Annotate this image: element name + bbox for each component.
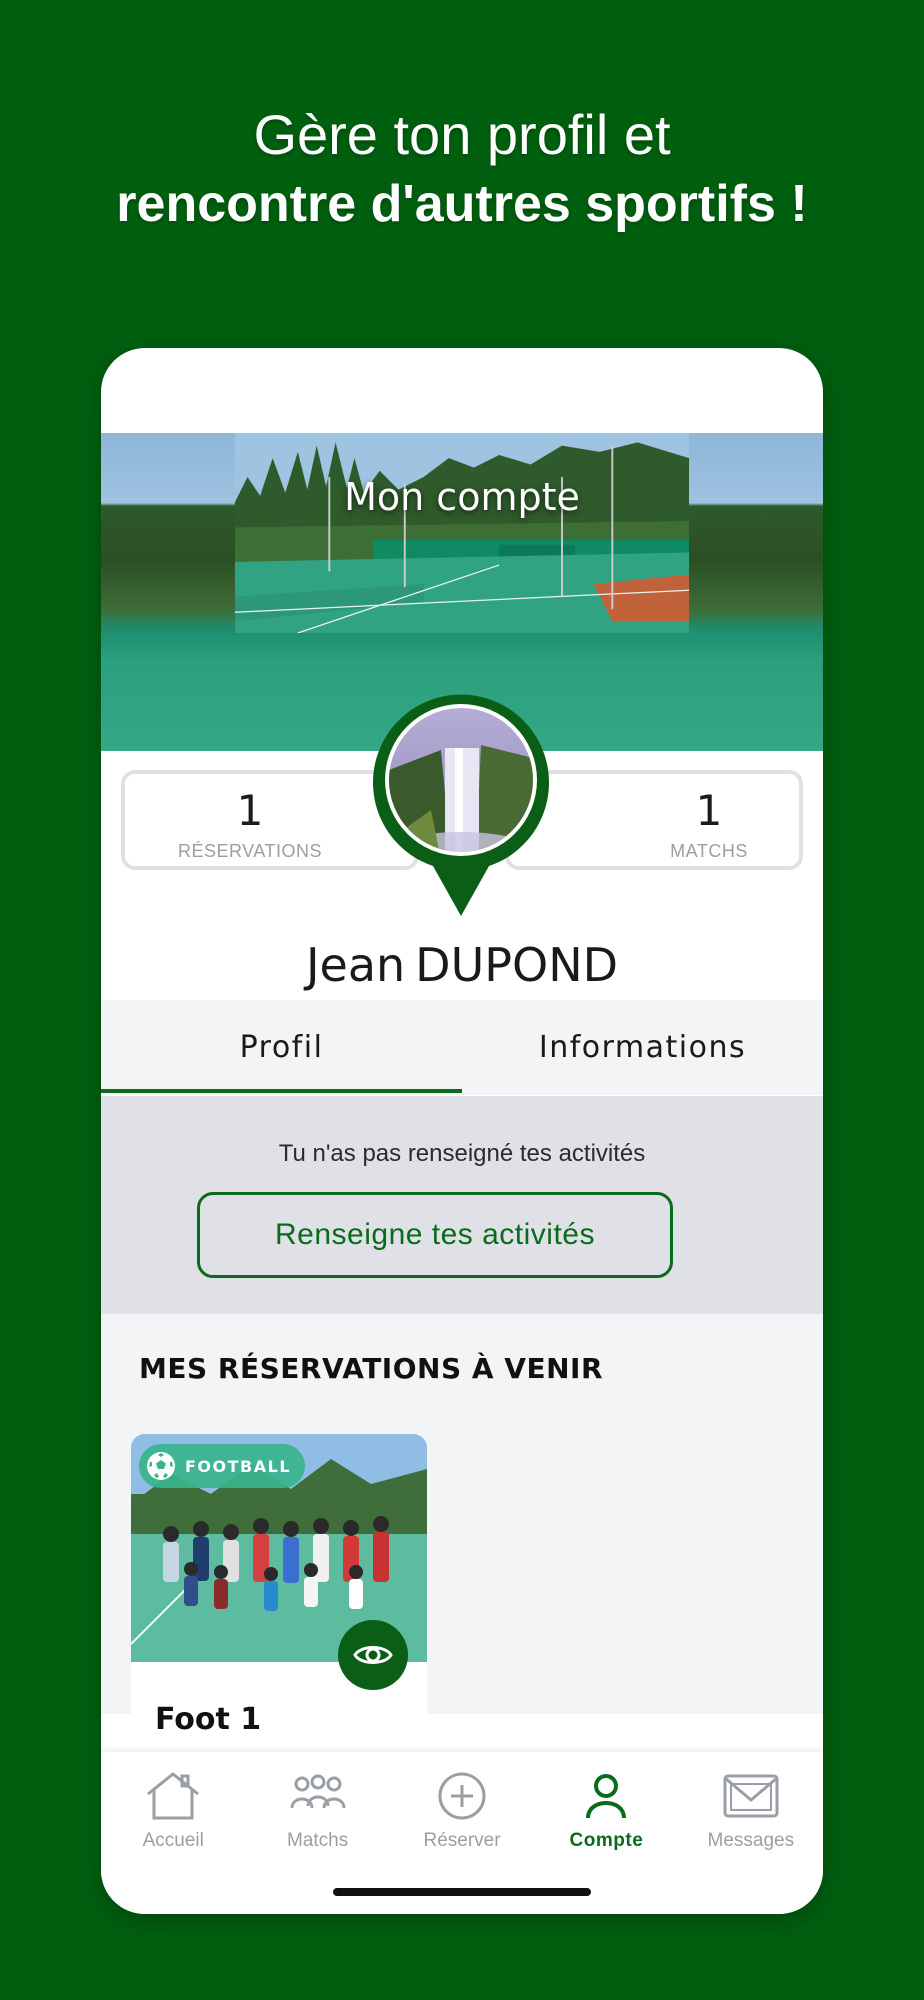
headline-line-1: Gère ton profil et — [253, 103, 671, 166]
activities-prompt: Tu n'as pas renseigné tes activités Rens… — [101, 1096, 823, 1314]
upcoming-reservations: MES RÉSERVATIONS À VENIR FOOTBALL Foot 1 — [101, 1314, 823, 1744]
nav-compte-label: Compte — [569, 1830, 644, 1851]
soccer-ball-icon — [147, 1452, 175, 1480]
sport-label: FOOTBALL — [185, 1456, 292, 1476]
section-title: MES RÉSERVATIONS À VENIR — [139, 1352, 604, 1385]
profile-tabs: Profil Informations — [101, 1000, 823, 1095]
first-name: Jean — [305, 938, 406, 992]
nav-messages-label: Messages — [707, 1830, 795, 1851]
tab-profil[interactable]: Profil — [101, 1000, 462, 1095]
user-name: Jean DUPOND — [101, 938, 823, 992]
sport-badge: FOOTBALL — [139, 1444, 306, 1488]
avatar[interactable] — [371, 690, 551, 920]
phone-screen: Mon compte 1 RÉSERVATIONS 1 MATCHS Jean … — [101, 348, 823, 1914]
tab-informations[interactable]: Informations — [462, 1000, 823, 1095]
nav-reserver-label: Réserver — [423, 1830, 501, 1851]
nav-accueil[interactable]: Accueil — [101, 1752, 245, 1914]
fill-activities-button[interactable]: Renseigne tes activités — [197, 1192, 673, 1278]
nav-messages[interactable]: Messages — [679, 1752, 823, 1914]
tennis-court-illustration — [234, 433, 690, 633]
reservation-card[interactable]: FOOTBALL Foot 1 — [131, 1434, 427, 1744]
nav-matchs-label: Matchs — [286, 1830, 349, 1851]
matches-count: 1 — [695, 786, 723, 835]
last-name: DUPOND — [415, 938, 619, 992]
headline-line-2: rencontre d'autres sportifs ! — [116, 175, 808, 233]
page-title: Mon compte — [344, 475, 580, 519]
user-icon — [586, 1774, 627, 1819]
plus-circle-icon — [438, 1772, 486, 1820]
nav-accueil-label: Accueil — [142, 1830, 204, 1851]
reservation-title: Foot 1 — [155, 1702, 262, 1737]
view-reservation-button[interactable] — [338, 1620, 408, 1690]
activities-message: Tu n'as pas renseigné tes activités — [278, 1140, 646, 1167]
reservations-count: 1 — [236, 786, 264, 835]
matches-label: MATCHS — [670, 841, 748, 861]
promo-headline: Gère ton profil et rencontre d'autres sp… — [0, 100, 924, 238]
reservations-label: RÉSERVATIONS — [177, 841, 323, 861]
eye-icon — [353, 1646, 393, 1664]
envelope-icon — [723, 1774, 779, 1818]
home-indicator[interactable] — [333, 1888, 591, 1896]
home-icon — [147, 1772, 200, 1820]
people-icon — [290, 1774, 346, 1809]
